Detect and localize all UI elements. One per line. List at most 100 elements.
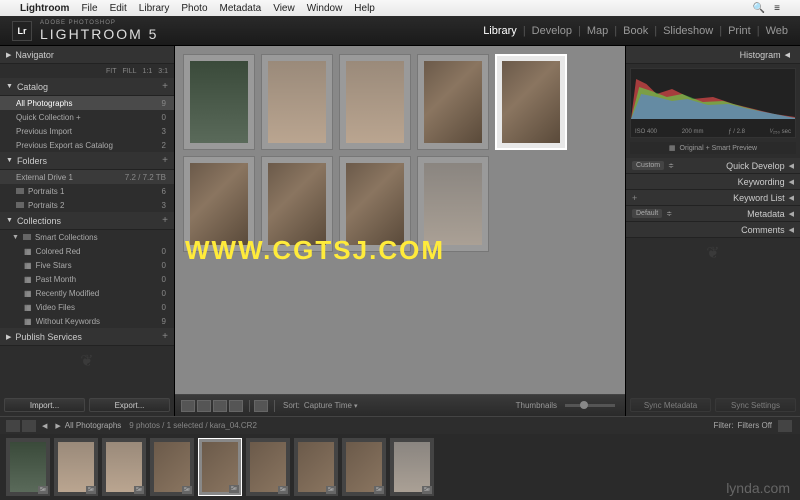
- filmstrip-cell[interactable]: 5e: [54, 438, 98, 496]
- add-icon[interactable]: +: [162, 331, 168, 342]
- back-icon[interactable]: ◀: [42, 422, 47, 430]
- grid-cell[interactable]: [183, 54, 255, 150]
- grid-cell[interactable]: [417, 156, 489, 252]
- add-icon[interactable]: +: [162, 81, 168, 92]
- catalog-item-quick[interactable]: Quick Collection +0: [0, 110, 174, 124]
- photo-thumbnail: [346, 163, 404, 245]
- catalog-item-prev-export[interactable]: Previous Export as Catalog2: [0, 138, 174, 152]
- grid-cell[interactable]: [339, 156, 411, 252]
- thumbnail-size-slider[interactable]: [565, 404, 615, 407]
- keywording-header[interactable]: Keywording◀: [626, 174, 800, 190]
- thumbnails-label: Thumbnails: [516, 401, 557, 410]
- filmstrip-cell[interactable]: 5e: [390, 438, 434, 496]
- menu-window[interactable]: Window: [307, 3, 343, 14]
- compare-view-icon[interactable]: [213, 400, 227, 412]
- filmstrip[interactable]: 5e 5e 5e 5e 5e 5e 5e 5e 5e: [0, 434, 800, 500]
- navigator-zoom-modes[interactable]: FITFILL1:13:1: [0, 64, 174, 78]
- loupe-view-icon[interactable]: [197, 400, 211, 412]
- metadata-preset-dropdown[interactable]: Default: [632, 209, 662, 218]
- quick-develop-header[interactable]: Custom≑Quick Develop◀: [626, 158, 800, 174]
- menu-file[interactable]: File: [81, 3, 97, 14]
- filmstrip-cell[interactable]: 5e: [150, 438, 194, 496]
- navigator-header[interactable]: ▶Navigator: [0, 46, 174, 64]
- folder-item[interactable]: Portraits 23: [0, 198, 174, 212]
- grid-cell[interactable]: [183, 156, 255, 252]
- photo-thumbnail: [268, 61, 326, 143]
- menu-view[interactable]: View: [273, 3, 295, 14]
- keyword-list-header[interactable]: +Keyword List◀: [626, 190, 800, 206]
- forward-icon[interactable]: ▶: [55, 422, 60, 430]
- add-icon[interactable]: +: [162, 215, 168, 226]
- grid-cell[interactable]: [417, 54, 489, 150]
- grid-icon[interactable]: [22, 420, 36, 432]
- collection-item[interactable]: ▦Recently Modified0: [0, 286, 174, 300]
- filter-dropdown[interactable]: Filters Off: [737, 421, 772, 430]
- module-book[interactable]: Book: [623, 25, 648, 37]
- metadata-header[interactable]: Default≑Metadata◀: [626, 206, 800, 222]
- collection-item[interactable]: ▦Video Files0: [0, 300, 174, 314]
- filmstrip-statusbar: ◀ ▶ All Photographs 9 photos / 1 selecte…: [0, 416, 800, 434]
- catalog-header[interactable]: ▼Catalog+: [0, 78, 174, 96]
- menu-help[interactable]: Help: [354, 3, 375, 14]
- module-web[interactable]: Web: [766, 25, 788, 37]
- grid-view-icon[interactable]: [181, 400, 195, 412]
- add-icon[interactable]: +: [162, 155, 168, 166]
- collection-item[interactable]: ▦Colored Red0: [0, 244, 174, 258]
- grid-cell[interactable]: [261, 54, 333, 150]
- sync-metadata-button[interactable]: Sync Metadata: [630, 398, 711, 412]
- hist-shutter: ¹⁄₂₅₀ sec: [770, 129, 791, 135]
- module-develop[interactable]: Develop: [532, 25, 572, 37]
- folders-header[interactable]: ▼Folders+: [0, 152, 174, 170]
- photo-thumbnail: [424, 163, 482, 245]
- module-map[interactable]: Map: [587, 25, 608, 37]
- catalog-item-all[interactable]: All Photographs9: [0, 96, 174, 110]
- filmstrip-cell-selected[interactable]: 5e: [198, 438, 242, 496]
- collection-item[interactable]: ▦Without Keywords9: [0, 314, 174, 328]
- filmstrip-cell[interactable]: 5e: [102, 438, 146, 496]
- notification-icon[interactable]: ≡: [774, 3, 780, 14]
- photo-thumbnail: [190, 61, 248, 143]
- second-window-icon[interactable]: [6, 420, 20, 432]
- grid-cell-selected[interactable]: [495, 54, 567, 150]
- module-slideshow[interactable]: Slideshow: [663, 25, 713, 37]
- collections-header[interactable]: ▼Collections+: [0, 212, 174, 230]
- spotlight-icon[interactable]: 🔍: [753, 3, 765, 14]
- menu-library[interactable]: Library: [139, 3, 170, 14]
- panel-endmark-icon: ❦: [626, 238, 800, 268]
- folder-item[interactable]: Portraits 16: [0, 184, 174, 198]
- filter-label: Filter:: [713, 421, 733, 430]
- export-button[interactable]: Export...: [89, 398, 170, 412]
- filmstrip-cell[interactable]: 5e: [294, 438, 338, 496]
- comments-header[interactable]: Comments◀: [626, 222, 800, 238]
- smart-collections[interactable]: ▼Smart Collections: [0, 230, 174, 244]
- menu-metadata[interactable]: Metadata: [220, 3, 262, 14]
- grid-cell[interactable]: [261, 156, 333, 252]
- menu-photo[interactable]: Photo: [181, 3, 207, 14]
- histogram-header[interactable]: Histogram◀: [626, 46, 800, 64]
- sort-dropdown[interactable]: Capture Time: [304, 401, 352, 410]
- preview-indicator[interactable]: ▦Original + Smart Preview: [630, 142, 796, 154]
- filmstrip-cell[interactable]: 5e: [246, 438, 290, 496]
- painter-icon[interactable]: [254, 400, 268, 412]
- filmstrip-cell[interactable]: 5e: [342, 438, 386, 496]
- grid-cell[interactable]: [339, 54, 411, 150]
- menu-app[interactable]: Lightroom: [20, 3, 69, 14]
- catalog-item-prev-import[interactable]: Previous Import3: [0, 124, 174, 138]
- survey-view-icon[interactable]: [229, 400, 243, 412]
- import-button[interactable]: Import...: [4, 398, 85, 412]
- menu-edit[interactable]: Edit: [110, 3, 127, 14]
- collection-item[interactable]: ▦Past Month0: [0, 272, 174, 286]
- filter-lock-icon[interactable]: [778, 420, 792, 432]
- folder-drive[interactable]: External Drive 17.2 / 7.2 TB: [0, 170, 174, 184]
- module-print[interactable]: Print: [728, 25, 751, 37]
- source-label[interactable]: All Photographs: [65, 421, 121, 430]
- publish-header[interactable]: ▶Publish Services+: [0, 328, 174, 346]
- collection-item[interactable]: ▦Five Stars0: [0, 258, 174, 272]
- sync-settings-button[interactable]: Sync Settings: [715, 398, 796, 412]
- grid-toolbar: Sort: Capture Time ▾ Thumbnails: [175, 394, 625, 416]
- preset-dropdown[interactable]: Custom: [632, 161, 664, 170]
- os-menubar: Lightroom File Edit Library Photo Metada…: [0, 0, 800, 16]
- filmstrip-cell[interactable]: 5e: [6, 438, 50, 496]
- thumbnail-grid[interactable]: [175, 46, 625, 394]
- module-library[interactable]: Library: [483, 25, 517, 37]
